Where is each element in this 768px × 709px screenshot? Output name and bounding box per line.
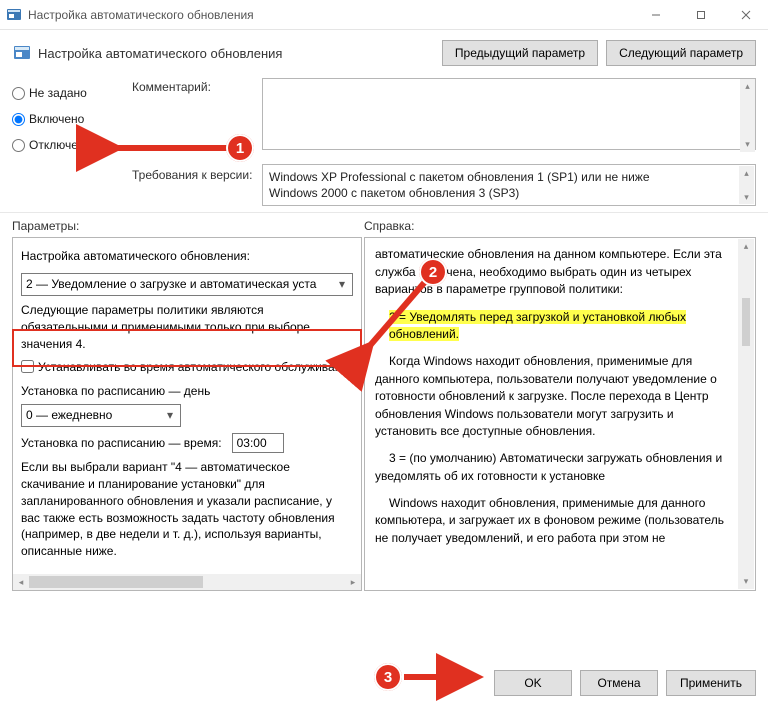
close-button[interactable] [723,0,768,30]
ok-button[interactable]: OK [494,670,572,696]
help-pane: автоматические обновления на данном комп… [364,237,756,591]
requirements-box: Windows XP Professional с пакетом обновл… [262,164,756,206]
dialog-buttons: OK Отмена Применить [0,657,768,709]
requirements-scrollbar[interactable]: ▴▾ [739,166,754,204]
state-radio-group: Не задано Включено Отключено [12,78,132,158]
config-label: Настройка автоматического обновления: [21,248,353,265]
options-paragraph: Если вы выбрали вариант "4 — автоматичес… [21,459,353,560]
radio-enabled[interactable]: Включено [12,106,132,132]
help-header: Справка: [364,219,756,233]
maintenance-checkbox[interactable] [21,360,34,373]
page-title: Настройка автоматического обновления [12,43,282,63]
help-scrollbar[interactable]: ▴ ▾ [738,239,754,589]
options-header: Параметры: [12,219,364,233]
config-dropdown[interactable]: 2 — Уведомление о загрузке и автоматичес… [21,273,353,296]
app-icon [6,7,22,23]
help-p2: Когда Windows находит обновления, примен… [375,353,735,440]
maintenance-checkbox-row[interactable]: Устанавливать во время автоматического о… [21,359,353,376]
time-input[interactable] [232,433,284,453]
requirements-label: Требования к версии: [132,168,262,194]
titlebar: Настройка автоматического обновления [0,0,768,30]
window-title: Настройка автоматического обновления [28,8,254,22]
comment-textarea[interactable] [262,78,756,150]
minimize-button[interactable] [633,0,678,30]
maximize-button[interactable] [678,0,723,30]
chevron-down-icon: ▾ [334,274,350,295]
comment-scrollbar[interactable]: ▴▾ [740,79,755,152]
day-label: Установка по расписанию — день [21,383,353,400]
cancel-button[interactable]: Отмена [580,670,658,696]
options-pane: Настройка автоматического обновления: 2 … [12,237,362,591]
radio-not-configured[interactable]: Не задано [12,80,132,106]
window-controls [633,0,768,30]
help-p1: автоматические обновления на данном комп… [375,246,735,298]
options-h-scrollbar[interactable]: ◂▸ [13,574,361,590]
options-note: Следующие параметры политики являются об… [21,302,353,352]
day-dropdown[interactable]: 0 — ежедневно ▾ [21,404,181,427]
time-label: Установка по расписанию — время: [21,435,222,452]
comment-label: Комментарий: [132,80,262,106]
chevron-down-icon: ▾ [162,405,178,426]
apply-button[interactable]: Применить [666,670,756,696]
help-highlight: 2 = Уведомлять перед загрузкой и установ… [389,310,686,341]
policy-icon [12,43,32,63]
radio-disabled[interactable]: Отключено [12,132,132,158]
help-p3: 3 = (по умолчанию) Автоматически загружа… [375,450,735,485]
prev-setting-button[interactable]: Предыдущий параметр [442,40,598,66]
next-setting-button[interactable]: Следующий параметр [606,40,756,66]
help-p4: Windows находит обновления, применимые д… [375,495,735,547]
